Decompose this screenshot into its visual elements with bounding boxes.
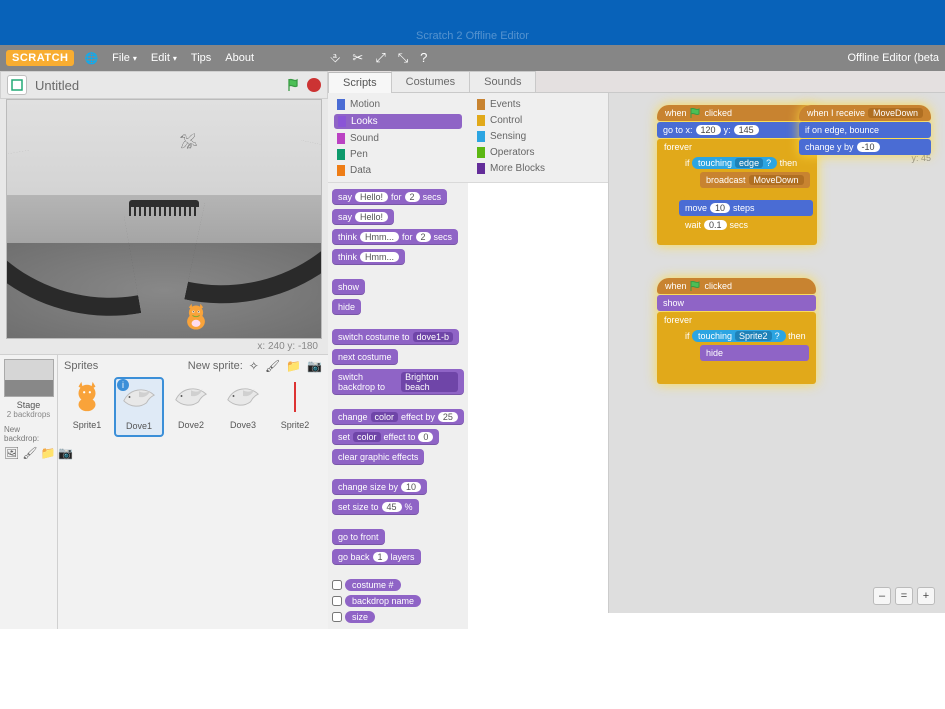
zoom-out-button[interactable]: – [873,587,891,605]
help-icon[interactable]: ? [420,50,427,66]
stage-canvas[interactable]: 𓅮 [6,99,322,339]
sprite-dove3[interactable]: Dove3 [218,377,268,437]
mouse-coords: x: 240 y: -180 [0,339,328,354]
pier-graphic [129,200,199,216]
scratch-cat-sprite[interactable] [180,302,212,334]
script-stack-1[interactable]: whenclicked go to x:120y:145 forever if … [657,105,817,245]
palette-data[interactable]: Data [334,164,462,177]
stage-header: Untitled [0,71,328,99]
block-switch-backdrop[interactable]: switch backdrop toBrighton beach [332,369,464,395]
sprites-panel: Stage 2 backdrops New backdrop: 🖼 🖌 📁 📷 … [0,354,328,629]
block-think[interactable]: thinkHmm... [332,249,405,265]
menu-edit[interactable]: Edit▾ [151,52,177,64]
shrink-icon[interactable]: ⤡ [398,50,408,66]
block-next-costume[interactable]: next costume [332,349,398,365]
palette-left: Motion Looks Sound Pen Data [328,93,468,182]
bird-graphic: 𓅮 [180,129,198,153]
upload-sprite-icon[interactable]: 📁 [286,359,301,373]
new-backdrop-label: New backdrop: [4,425,53,443]
paint-backdrop-icon[interactable]: 🖌 [22,446,37,460]
sprites-header: Sprites [64,360,98,372]
upload-backdrop-icon[interactable]: 📁 [40,446,55,460]
block-switch-costume[interactable]: switch costume todove1-b [332,329,459,345]
stage-label: Stage [4,400,53,410]
block-say-for[interactable]: sayHello!for2secs [332,189,447,205]
grow-icon[interactable]: ⤢ [375,50,385,66]
palette-control[interactable]: Control [474,114,602,127]
zoom-reset-button[interactable]: = [895,587,913,605]
fullscreen-button[interactable] [7,75,27,95]
tab-scripts[interactable]: Scripts [328,72,392,93]
stop-button[interactable] [307,78,321,92]
globe-icon[interactable]: 🌐 [84,52,98,65]
choose-sprite-icon[interactable]: ✧ [249,359,259,373]
palette-looks[interactable]: Looks [334,114,462,129]
reporter-backdrop-name[interactable]: backdrop name [332,595,464,607]
palette-more-blocks[interactable]: More Blocks [474,162,602,175]
reporter-costume-num[interactable]: costume # [332,579,464,591]
stage-thumbnail[interactable] [4,359,54,397]
palette-pen[interactable]: Pen [334,148,462,161]
window-title: Scratch 2 Offline Editor [0,30,945,42]
scratch-logo[interactable]: SCRATCH [6,50,74,66]
palette-right: Events Control Sensing Operators More Blocks [468,93,608,182]
block-change-size[interactable]: change size by10 [332,479,427,495]
block-go-front[interactable]: go to front [332,529,385,545]
stamp-icon[interactable]: ⎀ [330,50,340,66]
script-stack-3[interactable]: whenclicked show forever if touchingSpri… [657,278,816,384]
cut-icon[interactable]: ✂ [352,50,363,66]
palette-operators[interactable]: Operators [474,146,602,159]
script-stack-2[interactable]: when I receiveMoveDown if on edge, bounc… [799,105,931,155]
sprite-dove2[interactable]: Dove2 [166,377,216,437]
stage-backdrop-count: 2 backdrops [4,410,53,419]
hat-when-flag-clicked: whenclicked [657,105,817,121]
paint-sprite-icon[interactable]: 🖌 [265,359,280,373]
sprite-list: Sprite1iDove1Dove2Dove3Sprite2 [62,377,324,437]
menu-bar: SCRATCH 🌐 File▾ Edit▾ Tips About ⎀ ✂ ⤢ ⤡… [0,45,945,71]
block-think-for[interactable]: thinkHmm...for2secs [332,229,458,245]
scripts-canvas[interactable]: x: -198 y: 45 whenclicked go to x:120y:1… [608,93,945,613]
tab-costumes[interactable]: Costumes [391,71,471,92]
palette-sound[interactable]: Sound [334,132,462,145]
block-show[interactable]: show [332,279,365,295]
palette-sensing[interactable]: Sensing [474,130,602,143]
window-titlebar: Scratch 2 Offline Editor [0,0,945,45]
menu-about[interactable]: About [225,52,254,64]
blocks-palette: sayHello!for2secs sayHello! thinkHmm...f… [328,183,468,629]
project-title[interactable]: Untitled [35,78,287,93]
sprite-sprite2[interactable]: Sprite2 [270,377,320,437]
menu-tips[interactable]: Tips [191,52,211,64]
palette-motion[interactable]: Motion [334,98,462,111]
sprite-dove1[interactable]: iDove1 [114,377,164,437]
block-go-back[interactable]: go back1layers [332,549,421,565]
block-change-effect[interactable]: changecoloreffect by25 [332,409,464,425]
palette-events[interactable]: Events [474,98,602,111]
new-sprite-label: New sprite: [188,360,243,372]
green-flag-button[interactable] [287,78,301,92]
tab-sounds[interactable]: Sounds [469,71,536,92]
tabs-bar: Scripts Costumes Sounds [328,71,945,93]
block-set-size[interactable]: set size to45% [332,499,419,515]
block-set-effect[interactable]: setcoloreffect to0 [332,429,439,445]
reporter-size[interactable]: size [332,611,464,623]
menu-file[interactable]: File▾ [112,52,137,64]
block-say[interactable]: sayHello! [332,209,394,225]
block-clear-effects[interactable]: clear graphic effects [332,449,424,465]
block-hide[interactable]: hide [332,299,361,315]
editor-mode-label: Offline Editor (beta [847,52,939,64]
choose-backdrop-icon[interactable]: 🖼 [4,446,19,460]
sprite-sprite1[interactable]: Sprite1 [62,377,112,437]
camera-sprite-icon[interactable]: 📷 [307,359,322,373]
zoom-in-button[interactable]: + [917,587,935,605]
